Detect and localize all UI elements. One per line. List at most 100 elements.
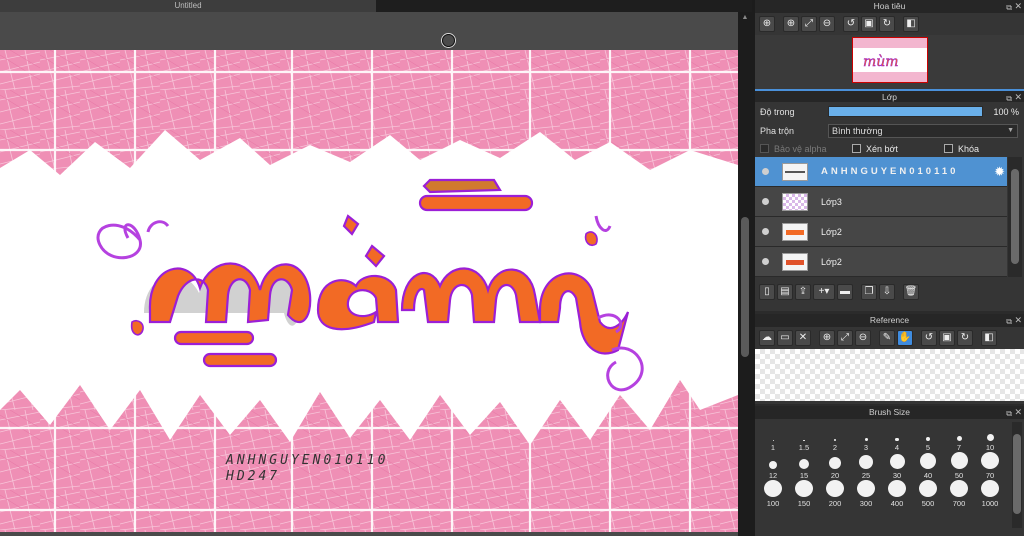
brush-size-option[interactable]: 500: [913, 480, 943, 508]
zoom-out-icon[interactable]: ⊖: [819, 16, 835, 32]
scrollbar-thumb[interactable]: [1013, 434, 1021, 514]
artwork[interactable]: ANHNGUYEN010110 HD247: [0, 50, 738, 532]
delete-icon[interactable]: 🗑: [903, 284, 919, 300]
visibility-icon[interactable]: [755, 198, 775, 205]
brush-size-option[interactable]: 70: [975, 452, 1005, 480]
blend-mode-select[interactable]: Bình thường ▼: [828, 123, 1018, 138]
add-layer-dropdown-icon[interactable]: +▾: [813, 284, 835, 300]
visibility-icon[interactable]: [755, 258, 775, 265]
layer-header: Lớp ⧉ ✕: [755, 89, 1024, 105]
protect-alpha-checkbox[interactable]: [760, 144, 769, 153]
duplicate-icon[interactable]: ❐: [861, 284, 877, 300]
fit-screen-icon[interactable]: ⤢: [837, 330, 853, 346]
float-panel-icon[interactable]: ⧉: [1006, 315, 1012, 328]
layer-row[interactable]: Lớp2: [755, 247, 1007, 277]
brush-size-option[interactable]: 300: [851, 480, 881, 508]
float-panel-icon[interactable]: ⧉: [1006, 1, 1012, 14]
visibility-icon[interactable]: [755, 228, 775, 235]
eyedropper-icon[interactable]: ✎: [879, 330, 895, 346]
lock-checkbox[interactable]: [944, 144, 953, 153]
brush-size-option[interactable]: 2: [820, 424, 850, 452]
brush-size-option[interactable]: 200: [820, 480, 850, 508]
fit-screen-icon[interactable]: ⤢: [801, 16, 817, 32]
document-tab[interactable]: Untitled: [0, 0, 376, 12]
chevron-down-icon: ▼: [1007, 126, 1014, 134]
protect-alpha-option[interactable]: Bảo vệ alpha: [760, 144, 848, 154]
brush-size-option[interactable]: 1.5: [789, 424, 819, 452]
rotate-left-icon[interactable]: ↺: [921, 330, 937, 346]
float-panel-icon[interactable]: ⧉: [1006, 92, 1012, 105]
reference-canvas[interactable]: [755, 349, 1024, 401]
brush-size-option[interactable]: 3: [851, 424, 881, 452]
close-panel-icon[interactable]: ✕: [1014, 314, 1022, 327]
document-tab-bar: Untitled: [0, 0, 752, 12]
new-halftone-layer-icon[interactable]: ▤: [777, 284, 793, 300]
brush-size-option[interactable]: 7: [944, 424, 974, 452]
brush-size-option[interactable]: 400: [882, 480, 912, 508]
brush-size-option[interactable]: 1: [758, 424, 788, 452]
zoom-in-icon[interactable]: ⊕: [783, 16, 799, 32]
layer-row[interactable]: ANHNGUYEN010110 ✹: [755, 157, 1007, 187]
opacity-slider[interactable]: [827, 106, 984, 117]
svg-text:mùm: mùm: [863, 54, 899, 70]
flip-icon[interactable]: ◧: [903, 16, 919, 32]
clipping-checkbox[interactable]: [852, 144, 861, 153]
brush-size-option[interactable]: 12: [758, 452, 788, 480]
actual-size-icon[interactable]: ▣: [861, 16, 877, 32]
brush-size-option[interactable]: 15: [789, 452, 819, 480]
float-panel-icon[interactable]: ⧉: [1006, 407, 1012, 420]
navigator-toolbar: ⊕ ⊕ ⤢ ⊖ ↺ ▣ ↻ ◧: [755, 13, 1024, 35]
new-layer-icon[interactable]: ▯: [759, 284, 775, 300]
brush-size-option[interactable]: 5: [913, 424, 943, 452]
rotate-right-icon[interactable]: ↻: [957, 330, 973, 346]
brush-size-option[interactable]: 25: [851, 452, 881, 480]
canvas-vertical-scrollbar[interactable]: ▲: [738, 12, 752, 536]
navigator-thumbnail[interactable]: mùm: [852, 37, 928, 83]
import-icon[interactable]: ⇪: [795, 284, 811, 300]
flip-icon[interactable]: ◧: [981, 330, 997, 346]
zoom-out-icon[interactable]: ⊖: [855, 330, 871, 346]
scrollbar-thumb[interactable]: [741, 217, 749, 357]
actual-size-icon[interactable]: ▣: [939, 330, 955, 346]
brush-size-option[interactable]: 10: [975, 424, 1005, 452]
close-panel-icon[interactable]: ✕: [1014, 0, 1022, 13]
brush-size-option[interactable]: 30: [882, 452, 912, 480]
clipping-label: Xén bớt: [866, 143, 898, 154]
layer-row[interactable]: Lớp3: [755, 187, 1007, 217]
brush-size-option[interactable]: 700: [944, 480, 974, 508]
visibility-icon[interactable]: [755, 168, 775, 175]
reference-title: Reference: [869, 315, 910, 325]
close-panel-icon[interactable]: ✕: [1014, 406, 1022, 419]
brush-size-scrollbar[interactable]: [1012, 422, 1022, 528]
hand-icon[interactable]: ✋: [897, 330, 913, 346]
scrollbar-thumb[interactable]: [1011, 169, 1019, 264]
brush-size-option[interactable]: 50: [944, 452, 974, 480]
brush-size-option[interactable]: 40: [913, 452, 943, 480]
open-folder-icon[interactable]: ▭: [777, 330, 793, 346]
zoom-in-icon[interactable]: ⊕: [819, 330, 835, 346]
cloud-open-icon[interactable]: ☁: [759, 330, 775, 346]
close-icon[interactable]: ✕: [795, 330, 811, 346]
merge-icon[interactable]: ⇩: [879, 284, 895, 300]
layer-list-scrollbar[interactable]: [1008, 157, 1022, 277]
zoom-fit-icon[interactable]: ⊕: [759, 16, 775, 32]
canvas-area[interactable]: ANHNGUYEN010110 HD247: [0, 12, 738, 536]
brush-size-option[interactable]: 150: [789, 480, 819, 508]
blend-mode-value: Bình thường: [832, 125, 883, 136]
brush-size-option[interactable]: 100: [758, 480, 788, 508]
navigator-preview[interactable]: mùm: [755, 35, 1024, 91]
rotate-right-icon[interactable]: ↻: [879, 16, 895, 32]
layer-row[interactable]: Lớp2: [755, 217, 1007, 247]
scroll-up-icon[interactable]: ▲: [741, 14, 749, 22]
reference-panel: Reference ⧉ ✕ ☁ ▭ ✕ ⊕ ⤢ ⊖ ✎ ✋ ↺ ▣ ↻ ◧: [755, 314, 1024, 404]
brush-size-option[interactable]: 20: [820, 452, 850, 480]
close-panel-icon[interactable]: ✕: [1014, 91, 1022, 104]
brush-size-option[interactable]: 1000: [975, 480, 1005, 508]
gear-icon[interactable]: ✹: [994, 164, 1005, 180]
clipping-option[interactable]: Xén bớt: [852, 144, 940, 154]
folder-icon[interactable]: ▬: [837, 284, 853, 300]
navigator-panel: Hoa tiêu ⧉ ✕ ⊕ ⊕ ⤢ ⊖ ↺ ▣ ↻ ◧ mùm: [755, 0, 1024, 91]
rotate-left-icon[interactable]: ↺: [843, 16, 859, 32]
brush-size-option[interactable]: 4: [882, 424, 912, 452]
lock-option[interactable]: Khóa: [944, 144, 979, 154]
